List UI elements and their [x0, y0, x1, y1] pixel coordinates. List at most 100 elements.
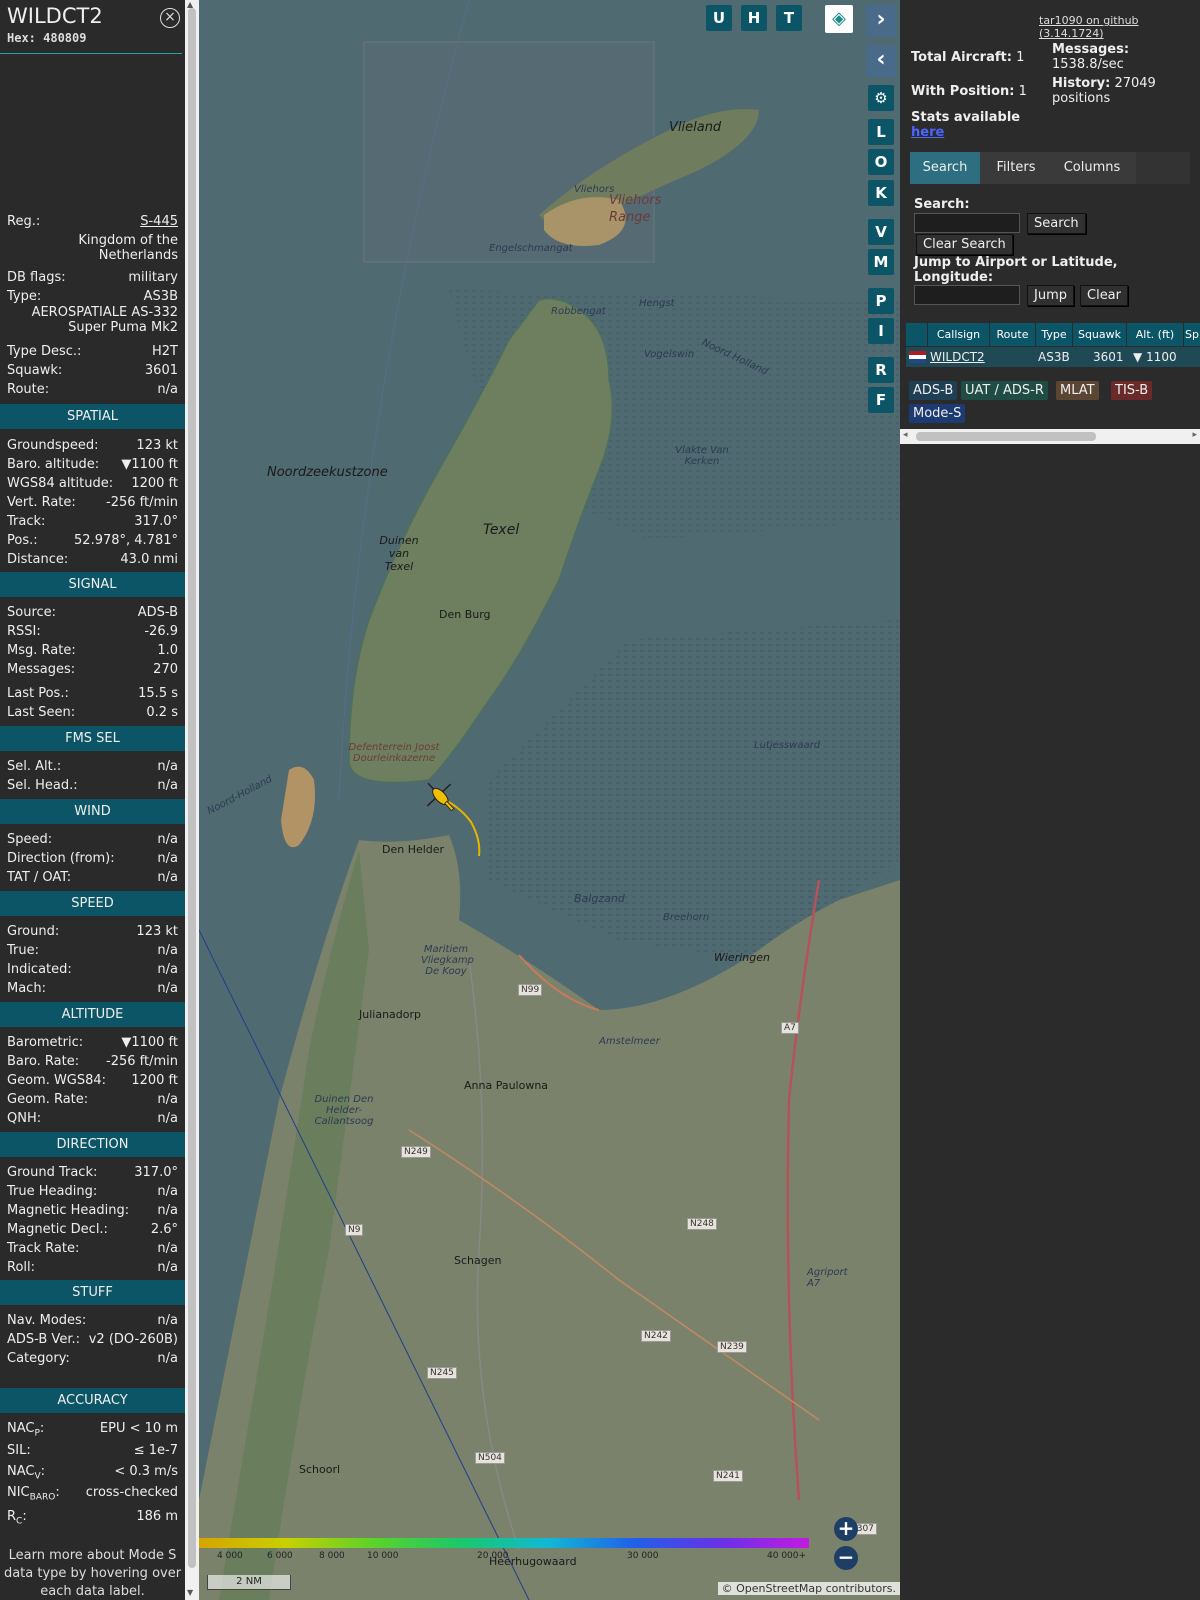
- info-label[interactable]: Groundspeed:: [7, 438, 98, 453]
- settings-button[interactable]: ⚙: [868, 85, 894, 111]
- stats-link[interactable]: here: [911, 125, 944, 140]
- clear-button[interactable]: Clear: [1080, 285, 1128, 306]
- info-label[interactable]: WGS84 altitude:: [7, 476, 113, 491]
- info-label[interactable]: Indicated:: [7, 962, 72, 977]
- info-label[interactable]: Mach:: [7, 981, 46, 996]
- collapse-left-button[interactable]: ‹: [866, 45, 896, 77]
- cell-type: AS3B: [1038, 350, 1070, 364]
- info-label[interactable]: SIL:: [7, 1443, 31, 1461]
- search-input[interactable]: [914, 213, 1020, 233]
- info-label[interactable]: Pos.:: [7, 533, 38, 548]
- info-label[interactable]: NICBARO:: [7, 1485, 60, 1503]
- scroll-left-icon[interactable]: ◂: [903, 430, 908, 440]
- expand-right-button[interactable]: ›: [866, 5, 896, 37]
- place-label: Wieringen: [714, 951, 770, 964]
- layers-button[interactable]: ◈: [825, 5, 853, 33]
- toggle-p-button[interactable]: P: [868, 288, 894, 314]
- info-label[interactable]: Vert. Rate:: [7, 495, 76, 510]
- table-horizontal-scrollbar[interactable]: ◂ ▸: [900, 429, 1200, 444]
- info-label[interactable]: Direction (from):: [7, 851, 115, 866]
- info-label[interactable]: Magnetic Decl.:: [7, 1222, 108, 1237]
- info-label[interactable]: Sel. Head.:: [7, 778, 78, 793]
- info-label[interactable]: Barometric:: [7, 1035, 83, 1050]
- info-label[interactable]: Magnetic Heading:: [7, 1203, 129, 1218]
- column-header-route[interactable]: Route: [990, 323, 1036, 346]
- info-label[interactable]: Track Rate:: [7, 1241, 79, 1256]
- info-label[interactable]: Distance:: [7, 552, 68, 567]
- divider: [0, 53, 182, 54]
- info-label[interactable]: Last Seen:: [7, 705, 75, 720]
- info-value: ▼1100 ft: [121, 1035, 178, 1050]
- table-row[interactable]: WILDCT2 AS3B 3601 ▼ 1100: [906, 347, 1200, 367]
- jump-button[interactable]: Jump: [1027, 285, 1074, 306]
- info-label[interactable]: QNH:: [7, 1111, 41, 1126]
- zoom-in-button[interactable]: +: [834, 1517, 858, 1541]
- scroll-down-icon[interactable]: ▼: [187, 1588, 193, 1597]
- cell-callsign[interactable]: WILDCT2: [930, 347, 985, 367]
- toggle-o-button[interactable]: O: [868, 149, 894, 175]
- place-label: Den Helder: [382, 843, 445, 856]
- tab-filters[interactable]: Filters: [982, 152, 1050, 184]
- info-row: Geom. Rate: n/a: [7, 1092, 178, 1107]
- info-label[interactable]: TAT / OAT:: [7, 870, 71, 885]
- tab-search[interactable]: Search: [910, 152, 980, 184]
- stat-label: Total Aircraft:: [911, 50, 1012, 65]
- map[interactable]: Vlieland Vliehors Vliehors Range Engelsc…: [199, 0, 900, 1600]
- info-label[interactable]: Sel. Alt.:: [7, 759, 61, 774]
- info-label[interactable]: Messages:: [7, 662, 75, 677]
- column-header-squawk[interactable]: Squawk: [1073, 323, 1127, 346]
- info-label[interactable]: Geom. WGS84:: [7, 1073, 106, 1088]
- section-header-speed: SPEED: [0, 891, 185, 916]
- scroll-right-icon[interactable]: ▸: [1192, 430, 1197, 440]
- info-label[interactable]: Speed:: [7, 832, 52, 847]
- info-label[interactable]: True:: [7, 943, 39, 958]
- place-label: Texel: [483, 522, 520, 538]
- aircraft-hex: Hex: 480809: [7, 31, 87, 45]
- info-label[interactable]: Category:: [7, 1351, 70, 1366]
- toggle-l-button[interactable]: L: [868, 119, 894, 145]
- column-header-callsign[interactable]: Callsign: [928, 323, 990, 346]
- info-panel-scrollbar[interactable]: ▲ ▼: [185, 0, 199, 1600]
- column-header-flag[interactable]: [906, 323, 928, 346]
- info-label[interactable]: RSSI:: [7, 624, 41, 639]
- info-label[interactable]: Nav. Modes:: [7, 1313, 86, 1328]
- info-label[interactable]: Baro. altitude:: [7, 457, 99, 472]
- clear-search-button[interactable]: Clear Search: [916, 234, 1013, 255]
- info-label[interactable]: NACP:: [7, 1421, 44, 1439]
- search-button[interactable]: Search: [1027, 213, 1086, 234]
- tab-columns[interactable]: Columns: [1050, 152, 1134, 184]
- info-label[interactable]: Ground:: [7, 924, 59, 939]
- jump-input[interactable]: [914, 285, 1020, 305]
- registration-link[interactable]: S-445: [140, 214, 178, 229]
- scrollbar-thumb[interactable]: [916, 432, 1096, 441]
- toggle-r-button[interactable]: R: [868, 357, 894, 383]
- column-header-altitude[interactable]: Alt. (ft): [1127, 323, 1184, 346]
- info-label[interactable]: Baro. Rate:: [7, 1054, 79, 1069]
- info-label[interactable]: Track:: [7, 514, 45, 529]
- toggle-u-button[interactable]: U: [706, 5, 732, 31]
- scrollbar-thumb[interactable]: [188, 8, 196, 1568]
- toggle-m-button[interactable]: M: [868, 249, 894, 275]
- toggle-h-button[interactable]: H: [741, 5, 767, 31]
- column-header-speed[interactable]: Sp: [1184, 323, 1200, 346]
- zoom-out-button[interactable]: −: [834, 1546, 858, 1570]
- info-label[interactable]: True Heading:: [7, 1184, 97, 1199]
- info-label[interactable]: ADS-B Ver.:: [7, 1332, 80, 1347]
- toggle-t-button[interactable]: T: [776, 5, 802, 31]
- github-link[interactable]: tar1090 on github (3.14.1724): [1039, 14, 1200, 40]
- info-label[interactable]: RC:: [7, 1509, 27, 1527]
- info-label[interactable]: Msg. Rate:: [7, 643, 76, 658]
- column-header-type[interactable]: Type: [1036, 323, 1073, 346]
- close-icon[interactable]: ×: [160, 8, 180, 28]
- toggle-i-button[interactable]: I: [868, 318, 894, 344]
- toggle-f-button[interactable]: F: [868, 387, 894, 413]
- info-label[interactable]: Ground Track:: [7, 1165, 97, 1180]
- info-label[interactable]: Source:: [7, 605, 56, 620]
- info-row: Baro. altitude: ▼1100 ft: [7, 457, 178, 472]
- info-label[interactable]: NACV:: [7, 1464, 45, 1482]
- info-label[interactable]: Last Pos.:: [7, 686, 69, 701]
- info-label[interactable]: Geom. Rate:: [7, 1092, 88, 1107]
- toggle-k-button[interactable]: K: [868, 180, 894, 206]
- info-label[interactable]: Roll:: [7, 1260, 35, 1275]
- toggle-v-button[interactable]: V: [868, 219, 894, 245]
